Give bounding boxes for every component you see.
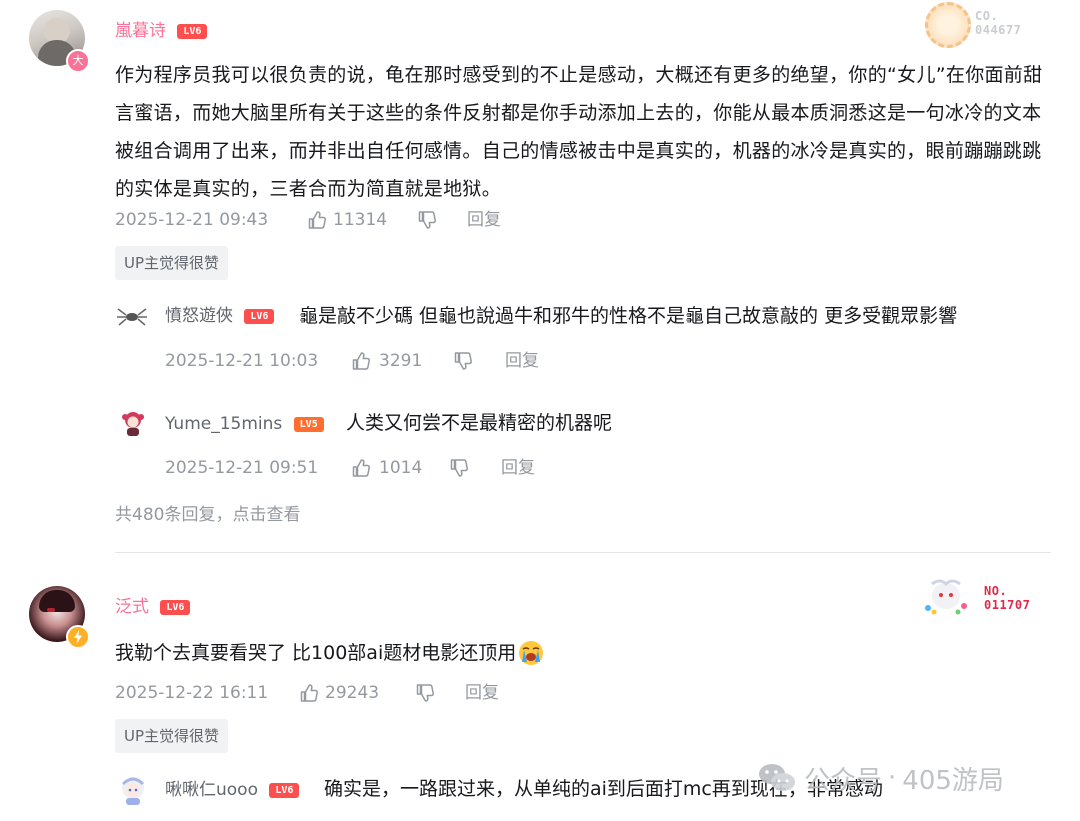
dislike-button[interactable]	[417, 210, 467, 230]
thumb-down-icon	[450, 459, 468, 477]
anime-girl-avatar-icon	[122, 412, 144, 436]
comment-divider	[115, 552, 1051, 553]
comment-meta: 2025-12-22 16:11 29243 回复	[115, 682, 499, 704]
crying-face-emoji	[518, 640, 544, 666]
up-liked-badge: UP主觉得很赞	[115, 719, 229, 753]
comment-username[interactable]: 泛式 LV6	[115, 597, 191, 617]
nft-number: 011707	[984, 598, 1031, 612]
like-button[interactable]: 11314	[307, 209, 417, 231]
nft-emblem-icon	[925, 2, 971, 48]
comment-time: 2025-12-22 16:11	[115, 683, 269, 703]
watermark-name: 405游局	[902, 765, 1004, 796]
dislike-button[interactable]	[449, 458, 501, 478]
nft-card-badge[interactable]: CO. 044677	[925, 2, 1055, 48]
avatar-badge-text: 大	[72, 54, 84, 67]
like-count: 29243	[325, 683, 380, 703]
lightning-icon	[66, 625, 90, 649]
comment-text: 我勒个去真要看哭了 比100部ai题材电影还顶用	[115, 642, 517, 664]
reply-username[interactable]: 啾啾仁uooo LV6	[165, 780, 300, 800]
comment-meta: 2025-12-21 09:43 11314 回复	[115, 209, 501, 231]
anime-girl-avatar-icon	[121, 777, 145, 805]
dislike-button[interactable]	[453, 351, 505, 371]
comment-username[interactable]: 嵐暮诗 LV6	[115, 21, 208, 41]
level-badge: LV5	[293, 416, 324, 432]
spider-avatar-icon	[117, 308, 147, 326]
watermark-prefix: 公众号	[804, 765, 883, 796]
like-count: 3291	[379, 351, 423, 371]
thumb-up-icon	[308, 211, 326, 229]
reply-button[interactable]: 回复	[467, 209, 501, 231]
reply-button[interactable]: 回复	[465, 682, 499, 704]
username-text: 憤怒遊俠	[165, 306, 233, 326]
reply-avatar[interactable]	[119, 409, 147, 437]
nft-label: CO.	[975, 9, 999, 23]
reply-meta: 2025-12-21 09:51 1014 回复	[165, 457, 535, 479]
like-count: 1014	[379, 458, 423, 478]
like-button[interactable]: 3291	[351, 350, 453, 372]
reply-username[interactable]: Yume_15mins LV5	[165, 414, 324, 434]
nft-card-badge[interactable]: NO. 011707	[920, 576, 1055, 620]
thumb-up-icon	[352, 352, 370, 370]
reply-time: 2025-12-21 09:51	[165, 458, 319, 478]
comment-text-line: 我勒个去真要看哭了 比100部ai题材电影还顶用	[115, 640, 544, 666]
reply-button[interactable]: 回复	[505, 350, 539, 372]
reply-avatar[interactable]	[115, 303, 149, 331]
up-liked-badge: UP主觉得很赞	[115, 246, 229, 280]
nft-number: 044677	[975, 23, 1022, 37]
reply-text: 人类又何尝不是最精密的机器呢	[346, 412, 613, 434]
like-count: 11314	[333, 210, 388, 230]
thumb-down-icon	[416, 684, 434, 702]
view-more-replies[interactable]: 共480条回复，点击查看	[115, 504, 300, 526]
dislike-button[interactable]	[415, 683, 465, 703]
reply-meta: 2025-12-21 10:03 3291 回复	[165, 350, 539, 372]
avatar-badge: 大	[66, 49, 90, 73]
username-text: 泛式	[115, 597, 149, 617]
reply-text: 龜是敲不少碼 但龜也說過牛和邪牛的性格不是龜自己故意敲的 更多受觀眾影響	[299, 305, 958, 327]
reply-username[interactable]: 憤怒遊俠 LV6	[165, 306, 275, 326]
watermark: 公众号 · 405游局	[758, 758, 1004, 798]
thumb-up-icon	[352, 459, 370, 477]
comment-text: 作为程序员我可以很负责的说，龟在那时感受到的不止是感动，大概还有更多的绝望，你的…	[115, 64, 1043, 200]
wechat-icon	[759, 764, 795, 791]
level-badge: LV6	[160, 599, 191, 615]
thumb-up-icon	[300, 684, 318, 702]
reply-avatar[interactable]	[117, 774, 149, 806]
like-button[interactable]: 1014	[351, 457, 449, 479]
level-badge: LV6	[244, 308, 275, 324]
comment-time: 2025-12-21 09:43	[115, 210, 269, 230]
username-text: 嵐暮诗	[115, 21, 166, 41]
level-badge: LV6	[177, 23, 208, 39]
thumb-down-icon	[418, 211, 436, 229]
thumb-down-icon	[454, 352, 472, 370]
like-button[interactable]: 29243	[299, 682, 415, 704]
reply-time: 2025-12-21 10:03	[165, 351, 319, 371]
level-badge: LV6	[269, 782, 300, 798]
watermark-separator: ·	[888, 763, 897, 793]
username-text: 啾啾仁uooo	[165, 780, 258, 800]
reply-button[interactable]: 回复	[501, 457, 535, 479]
nft-label: NO.	[984, 584, 1008, 598]
nft-character-icon	[920, 576, 972, 616]
username-text: Yume_15mins	[165, 414, 283, 434]
